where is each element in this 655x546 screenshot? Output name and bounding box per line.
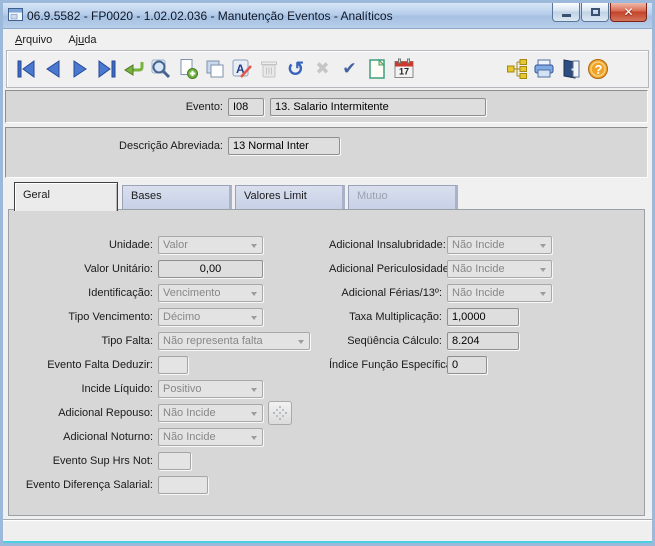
chevron-down-icon: [540, 244, 546, 248]
print-icon[interactable]: [530, 56, 557, 83]
identificacao-select: Vencimento: [158, 284, 263, 302]
sequencia-calculo-input[interactable]: 8.204: [447, 332, 519, 350]
chevron-down-icon: [298, 340, 304, 344]
tipo-falta-select: Não representa falta: [158, 332, 310, 350]
tipo-vencimento-select: Décimo: [158, 308, 263, 326]
search-icon[interactable]: [147, 56, 174, 83]
notes-icon[interactable]: [363, 56, 390, 83]
menu-bar: Arquivo Ajuda: [3, 30, 652, 49]
svg-text:17: 17: [399, 67, 409, 77]
divider: [3, 519, 652, 521]
taxa-multiplicacao-label: Taxa Multiplicação:: [349, 311, 442, 323]
undo-icon[interactable]: ↺: [282, 56, 309, 83]
zoom-lookup-button: [268, 401, 292, 425]
adicional-periculosidade-label: Adicional Periculosidade:: [329, 263, 452, 275]
related-programs-icon[interactable]: [503, 56, 530, 83]
descricao-abreviada-label: Descrição Abreviada:: [119, 140, 223, 152]
chevron-down-icon: [251, 316, 257, 320]
new-icon[interactable]: [174, 56, 201, 83]
confirm-icon[interactable]: ✔: [336, 56, 363, 83]
window-title: 06.9.5582 - FP0020 - 1.02.02.036 - Manut…: [27, 8, 393, 23]
chevron-down-icon: [251, 244, 257, 248]
evento-diferenca-salarial-label: Evento Diferença Salarial:: [25, 479, 153, 491]
incide-liquido-label: Incide Líquido:: [81, 383, 153, 395]
app-icon: [8, 7, 23, 24]
adicional-noturno-label: Adicional Noturno:: [63, 431, 153, 443]
chevron-down-icon: [540, 268, 546, 272]
sequencia-calculo-label: Seqüência Cálculo:: [347, 335, 442, 347]
tab-mutuo: Mutuo: [348, 185, 458, 210]
exit-icon[interactable]: [557, 56, 584, 83]
unidade-select: Valor: [158, 236, 263, 254]
unidade-label: Unidade:: [108, 239, 153, 251]
evento-sup-hrs-not-input[interactable]: [158, 452, 191, 470]
go-to-icon[interactable]: [120, 56, 147, 83]
valor-unitario-input[interactable]: 0,00: [158, 260, 263, 278]
adicional-repouso-select: Não Incide: [158, 404, 263, 422]
tab-panel-geral: Unidade: Valor Valor Unitário: 0,00 Iden…: [8, 209, 645, 516]
chevron-down-icon: [251, 412, 257, 416]
close-button[interactable]: ✕: [610, 3, 647, 22]
maximize-button[interactable]: [581, 3, 609, 22]
close-icon: ✕: [623, 5, 634, 19]
identificacao-label: Identificação:: [88, 287, 153, 299]
menu-ajuda[interactable]: Ajuda: [60, 32, 104, 48]
incide-liquido-select: Positivo: [158, 380, 263, 398]
maximize-icon: [590, 8, 600, 16]
evento-falta-deduzir-input[interactable]: [158, 356, 188, 374]
tipo-falta-label: Tipo Falta:: [101, 335, 153, 347]
taxa-multiplicacao-input[interactable]: 1,0000: [447, 308, 519, 326]
indice-funcao-especifica-label: Índice Função Específica:: [329, 359, 455, 371]
app-window: 06.9.5582 - FP0020 - 1.02.02.036 - Manut…: [0, 0, 655, 546]
previous-record-icon[interactable]: [39, 56, 66, 83]
cancel-icon: ✖: [315, 59, 330, 79]
tab-bases[interactable]: Bases: [122, 185, 232, 210]
evento-diferenca-salarial-input[interactable]: [158, 476, 208, 494]
evento-label: Evento:: [185, 100, 223, 113]
evento-desc-field: 13. Salario Intermitente: [270, 97, 486, 116]
indice-funcao-especifica-input[interactable]: 0: [447, 356, 487, 374]
toolbar: A ↺ ✖ ✔ 17 ?: [6, 50, 649, 88]
adicional-ferias-13-label: Adicional Férias/13º:: [341, 287, 442, 299]
chevron-down-icon: [251, 388, 257, 392]
minimize-button[interactable]: [552, 3, 580, 22]
adicional-ferias-13-select: Não Incide: [447, 284, 552, 302]
evento-sup-hrs-not-label: Evento Sup Hrs Not:: [52, 455, 153, 467]
chevron-down-icon: [540, 292, 546, 296]
tipo-vencimento-label: Tipo Vencimento:: [68, 311, 153, 323]
last-record-icon[interactable]: [93, 56, 120, 83]
calendar-icon[interactable]: 17: [390, 56, 417, 83]
valor-unitario-label: Valor Unitário:: [84, 263, 153, 275]
next-record-icon[interactable]: [66, 56, 93, 83]
menu-arquivo[interactable]: Arquivo: [7, 32, 60, 48]
descricao-frame: Descrição Abreviada: 13 Normal Inter: [5, 127, 648, 178]
first-record-icon[interactable]: [12, 56, 39, 83]
tab-geral[interactable]: Geral: [14, 182, 118, 211]
help-icon[interactable]: ?: [584, 56, 611, 83]
copy-icon[interactable]: [201, 56, 228, 83]
tab-valores-limit[interactable]: Valores Limit: [235, 185, 345, 210]
chevron-down-icon: [251, 436, 257, 440]
chevron-down-icon: [251, 292, 257, 296]
adicional-noturno-select: Não Incide: [158, 428, 263, 446]
adicional-repouso-label: Adicional Repouso:: [58, 407, 153, 419]
dotted-arrows-icon: [272, 405, 288, 421]
evento-falta-deduzir-label: Evento Falta Deduzir:: [47, 359, 153, 371]
adicional-insalubridade-label: Adicional Insalubridade:: [329, 239, 446, 251]
minimize-icon: [561, 13, 571, 17]
adicional-insalubridade-select: Não Incide: [447, 236, 552, 254]
evento-frame: Evento: I08 13. Salario Intermitente: [5, 90, 648, 123]
delete-icon: [255, 56, 282, 83]
title-bar: 06.9.5582 - FP0020 - 1.02.02.036 - Manut…: [3, 3, 652, 29]
svg-text:?: ?: [594, 62, 602, 77]
evento-code-input[interactable]: I08: [228, 97, 264, 116]
descricao-abreviada-input[interactable]: 13 Normal Inter: [228, 137, 340, 155]
status-bar: [5, 523, 648, 540]
adicional-periculosidade-select: Não Incide: [447, 260, 552, 278]
edit-icon[interactable]: A: [228, 56, 255, 83]
